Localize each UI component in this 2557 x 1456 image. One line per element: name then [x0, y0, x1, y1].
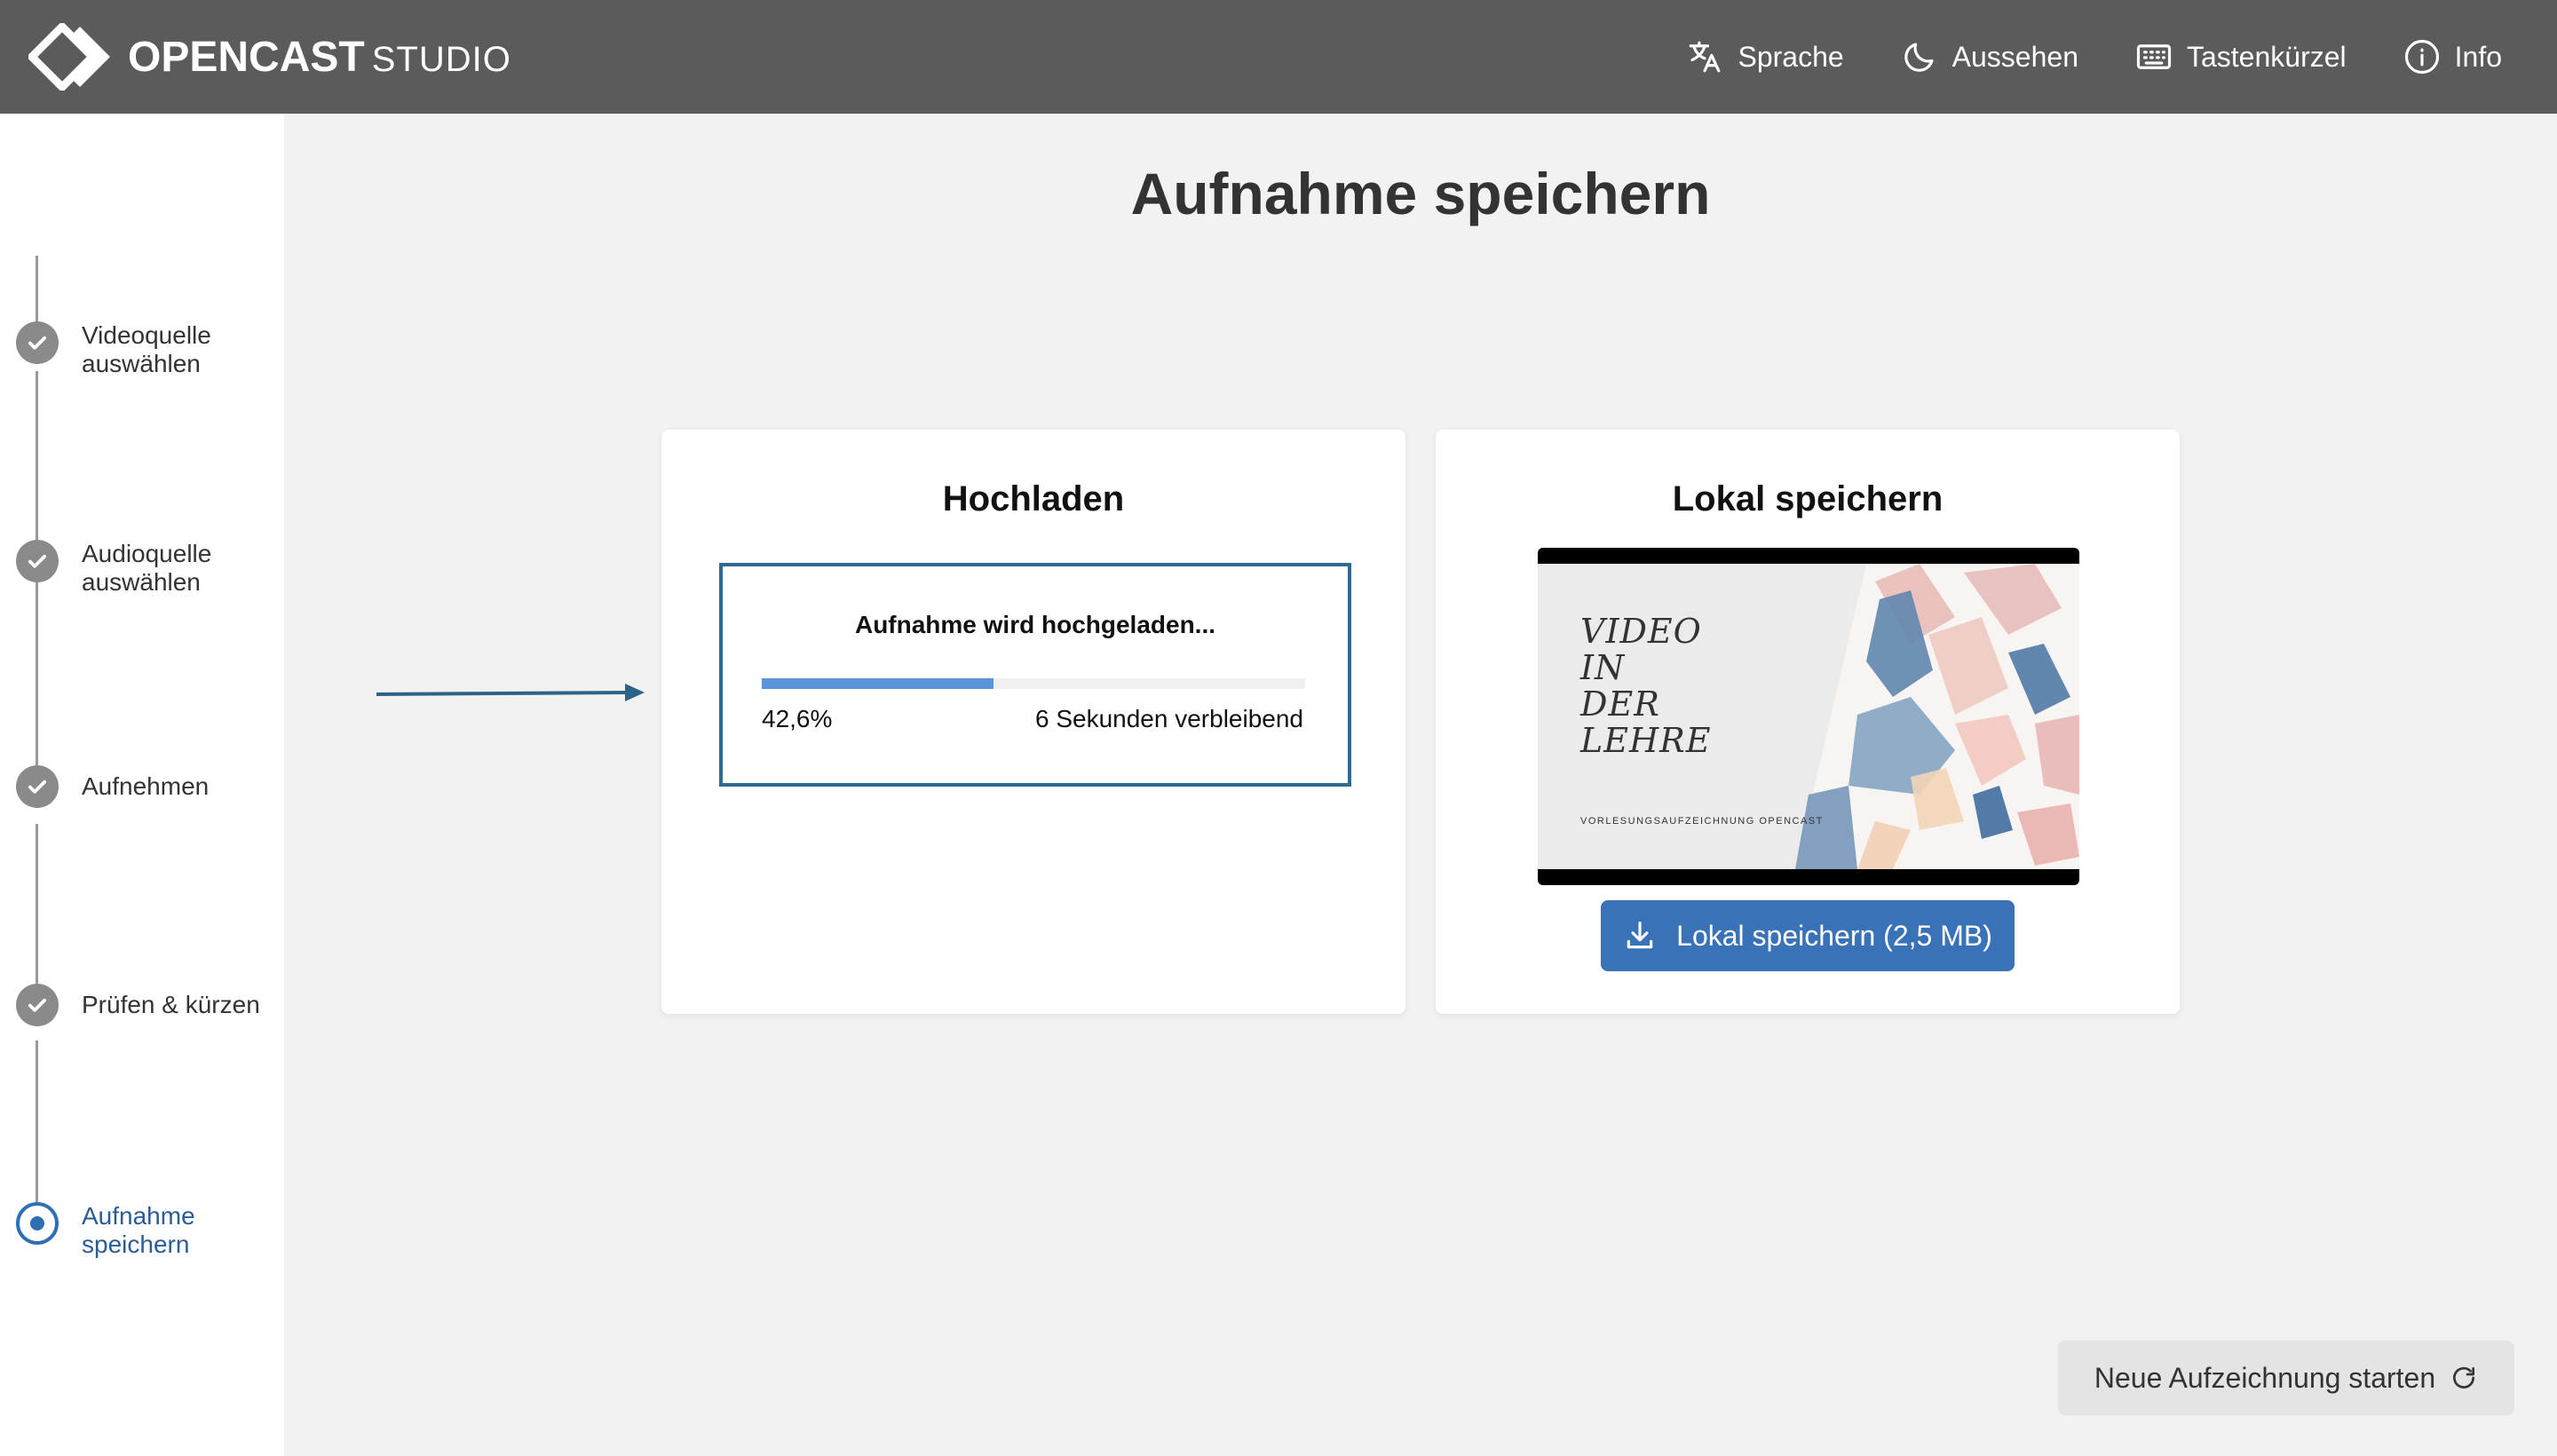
step-review-trim[interactable]: Prüfen & kürzen [16, 984, 286, 1026]
upload-progress-fill [762, 678, 994, 689]
step-video-source[interactable]: Videoquelle auswählen [16, 321, 286, 378]
step-connector [36, 256, 38, 328]
local-save-card: Lokal speichern VIDEO IN DER LEHRE VORLE… [1436, 430, 2180, 1014]
step-done-indicator [16, 984, 59, 1026]
moon-icon [1904, 43, 1934, 72]
upload-progress-box: Aufnahme wird hochgeladen... 42,6% 6 Sek… [719, 563, 1351, 787]
video-title-line: LEHRE [1580, 721, 1712, 760]
step-connector [36, 1041, 38, 1225]
shortcuts-button[interactable]: Tastenkürzel [2135, 38, 2347, 75]
language-button[interactable]: Sprache [1686, 38, 1844, 75]
info-button[interactable]: Info [2403, 38, 2502, 75]
logo-wordmark: OPENCAST [128, 33, 365, 81]
save-locally-button[interactable]: Lokal speichern (2,5 MB) [1601, 900, 2015, 971]
new-recording-label: Neue Aufzeichnung starten [2094, 1361, 2436, 1394]
upload-time-remaining: 6 Sekunden verbleibend [1034, 705, 1303, 732]
step-save-recording[interactable]: Aufnahme speichern [16, 1202, 286, 1259]
new-recording-button[interactable]: Neue Aufzeichnung starten [2058, 1341, 2514, 1415]
video-preview[interactable]: VIDEO IN DER LEHRE VORLESUNGSAUFZEICHNUN… [1538, 548, 2079, 885]
appearance-label: Aussehen [1951, 40, 2078, 73]
step-active-indicator [16, 1202, 59, 1245]
step-record[interactable]: Aufnehmen [16, 765, 286, 808]
check-icon [28, 779, 47, 794]
step-done-indicator [16, 321, 59, 364]
upload-progress-percent: 42,6% [762, 705, 833, 732]
language-label: Sprache [1738, 40, 1844, 73]
check-icon [28, 554, 47, 568]
video-thumbnail: VIDEO IN DER LEHRE VORLESUNGSAUFZEICHNUN… [1538, 564, 2079, 869]
logo-subtitle: STUDIO [371, 39, 511, 79]
step-connector [36, 472, 38, 783]
step-label: Prüfen & kürzen [82, 991, 260, 1018]
local-save-card-title: Lokal speichern [1672, 479, 1943, 518]
header: OPENCAST STUDIO Sprache Aussehen Tastenk… [0, 0, 2557, 114]
upload-status-text: Aufnahme wird hochgeladen... [854, 611, 1216, 638]
video-subtitle-text: VORLESUNGSAUFZEICHNUNG OPENCAST [1580, 816, 1824, 827]
download-icon [1627, 922, 1653, 949]
video-title-line: DER [1580, 684, 1660, 724]
check-icon [28, 336, 47, 350]
annotation-arrow-icon [376, 684, 645, 701]
step-audio-source[interactable]: Audioquelle auswählen [16, 540, 286, 597]
video-title-line: IN [1580, 648, 1626, 687]
step-label: Videoquelle auswählen [82, 321, 211, 377]
keyboard-icon [2136, 44, 2172, 69]
step-label: Audioquelle auswählen [82, 540, 212, 596]
shortcuts-label: Tastenkürzel [2186, 40, 2347, 73]
info-icon [2404, 39, 2439, 75]
header-nav: Sprache Aussehen Tastenkürzel Info [1629, 0, 2502, 114]
check-icon [28, 998, 47, 1012]
opencast-logo-icon [28, 23, 110, 91]
video-title-text: VIDEO IN DER LEHRE [1580, 613, 1711, 759]
appearance-button[interactable]: Aussehen [1901, 38, 2078, 75]
step-done-indicator [16, 765, 59, 808]
info-label: Info [2454, 40, 2502, 73]
step-connector [36, 824, 38, 998]
upload-card: Hochladen Aufnahme wird hochgeladen... 4… [661, 430, 1405, 1014]
stepper-sidebar: Videoquelle auswählen Audioquelle auswäh… [0, 114, 284, 1456]
page-title: Aufnahme speichern [1130, 161, 1711, 226]
step-done-indicator [16, 540, 59, 582]
refresh-icon [2453, 1366, 2475, 1389]
step-label: Aufnahme speichern [82, 1202, 195, 1258]
step-label: Aufnehmen [82, 772, 210, 800]
active-dot-icon [30, 1216, 44, 1230]
video-title-line: VIDEO [1580, 612, 1702, 651]
translate-icon [1690, 41, 1721, 73]
upload-progress-bar [762, 678, 1305, 689]
save-locally-label: Lokal speichern (2,5 MB) [1676, 919, 1992, 952]
opencast-logo[interactable]: OPENCAST STUDIO [28, 23, 511, 91]
upload-card-title: Hochladen [942, 479, 1125, 518]
